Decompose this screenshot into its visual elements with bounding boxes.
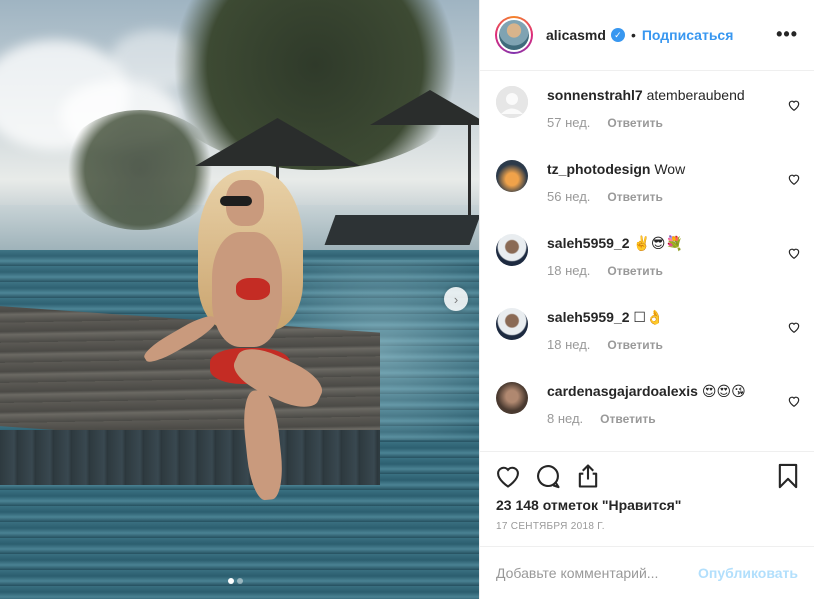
avatar[interactable] [495, 16, 533, 54]
post-photo[interactable]: › [0, 0, 479, 599]
comment-username[interactable]: tz_photodesign [547, 161, 650, 177]
comment-age[interactable]: 8 нед. [547, 411, 583, 426]
comments-list[interactable]: sonnenstrahl7 atemberaubend 57 нед. Ответ… [479, 71, 814, 451]
verified-badge-icon: ✓ [610, 28, 625, 42]
comment-text: atemberaubend [646, 87, 745, 103]
tree-left [60, 110, 220, 230]
follow-button[interactable]: Подписаться [642, 27, 734, 43]
like-heart-icon[interactable] [494, 462, 522, 490]
more-options-icon[interactable]: ••• [776, 24, 798, 45]
post-date[interactable]: 17 сентября 2018 г. [496, 521, 605, 532]
comment-username[interactable]: saleh5959_2 [547, 309, 630, 325]
comment-age[interactable]: 18 нед. [547, 263, 590, 278]
reply-button[interactable]: Ответить [600, 412, 655, 426]
avatar[interactable] [496, 160, 528, 192]
comment-age[interactable]: 56 нед. [547, 189, 590, 204]
comment-username[interactable]: cardenasgajardoalexis [547, 383, 698, 399]
post-username[interactable]: alicasmd [546, 27, 606, 43]
reply-button[interactable]: Ответить [607, 190, 662, 204]
heart-icon[interactable] [787, 320, 801, 334]
post-actions: 23 148 отметок "Нравится" 17 сентября 20… [479, 451, 814, 546]
chevron-right-icon: › [453, 291, 459, 307]
publish-button[interactable]: Опубликовать [698, 565, 798, 581]
pool-tiles [0, 430, 380, 485]
comment-text: 😍😍😘 [701, 383, 746, 399]
heart-icon[interactable] [787, 394, 801, 408]
slide-dot [237, 578, 243, 584]
post-header: alicasmd ✓ • Подписаться ••• [479, 0, 814, 71]
comment-age[interactable]: 57 нед. [547, 115, 590, 130]
umbrella-pole [468, 120, 471, 230]
slide-indicator [228, 578, 243, 584]
heart-icon[interactable] [787, 98, 801, 112]
slide-dot-active [228, 578, 234, 584]
comment-text: Wow [654, 161, 686, 177]
reply-button[interactable]: Ответить [607, 338, 662, 352]
lounger [324, 215, 479, 245]
comment-input[interactable] [496, 565, 699, 581]
avatar[interactable] [496, 382, 528, 414]
reply-button[interactable]: Ответить [607, 264, 662, 278]
separator-dot: • [630, 27, 636, 43]
share-icon[interactable] [574, 462, 602, 490]
add-comment-bar: Опубликовать [479, 546, 814, 599]
heart-icon[interactable] [787, 246, 801, 260]
avatar[interactable] [496, 86, 528, 118]
likes-count[interactable]: 23 148 отметок "Нравится" [496, 497, 681, 513]
comment-age[interactable]: 18 нед. [547, 337, 590, 352]
avatar[interactable] [496, 308, 528, 340]
comment-bubble-icon[interactable] [534, 462, 562, 490]
bookmark-icon[interactable] [774, 462, 802, 490]
next-slide-button[interactable]: › [444, 287, 468, 311]
heart-icon[interactable] [787, 172, 801, 186]
comment-text: ☐👌 [633, 309, 664, 325]
reply-button[interactable]: Ответить [607, 116, 662, 130]
instagram-post: › alicasmd ✓ • Подписаться ••• sonnenstr… [0, 0, 814, 599]
avatar[interactable] [496, 234, 528, 266]
comment-text: ✌️😎💐 [633, 235, 683, 251]
comment-username[interactable]: sonnenstrahl7 [547, 87, 643, 103]
comment-username[interactable]: saleh5959_2 [547, 235, 630, 251]
